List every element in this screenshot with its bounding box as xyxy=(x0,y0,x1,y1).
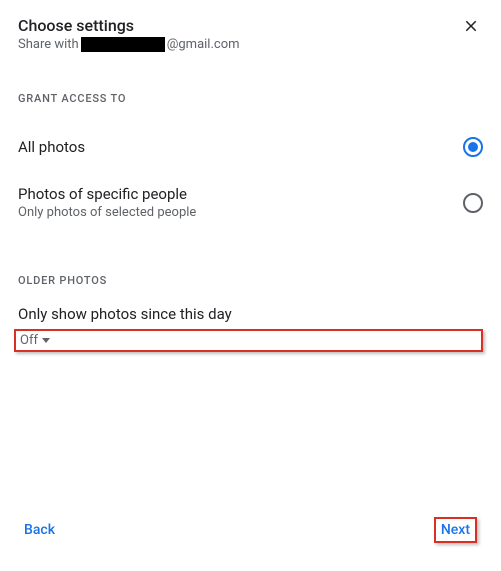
older-photos-label: OLDER PHOTOS xyxy=(18,274,483,287)
date-dropdown[interactable]: Off xyxy=(20,333,475,348)
option-specific-sub: Only photos of selected people xyxy=(18,205,463,220)
dialog-title: Choose settings xyxy=(18,16,459,35)
radio-unselected-icon xyxy=(463,193,483,213)
date-dropdown-highlight: Off xyxy=(14,329,483,352)
redacted-email-user xyxy=(81,37,165,52)
option-specific-title: Photos of specific people xyxy=(18,185,463,203)
share-with-prefix: Share with xyxy=(18,37,79,52)
radio-selected-icon xyxy=(463,137,483,157)
option-all-photos[interactable]: All photos xyxy=(18,123,483,171)
dialog-footer: Back Next xyxy=(18,509,483,555)
next-button-highlight: Next xyxy=(434,517,477,543)
option-specific-people[interactable]: Photos of specific people Only photos of… xyxy=(18,171,483,234)
chevron-down-icon xyxy=(42,338,50,343)
grant-access-label: GRANT ACCESS TO xyxy=(18,92,483,105)
date-dropdown-value: Off xyxy=(20,333,38,348)
dialog-header: Choose settings Share with @gmail.com xyxy=(18,16,483,52)
option-all-photos-title: All photos xyxy=(18,138,463,156)
close-icon[interactable] xyxy=(459,14,483,38)
date-filter-label: Only show photos since this day xyxy=(18,305,483,323)
next-button[interactable]: Next xyxy=(441,522,470,538)
share-with-domain: @gmail.com xyxy=(167,37,240,52)
dialog-subtitle: Share with @gmail.com xyxy=(18,37,459,52)
back-button[interactable]: Back xyxy=(24,522,55,538)
